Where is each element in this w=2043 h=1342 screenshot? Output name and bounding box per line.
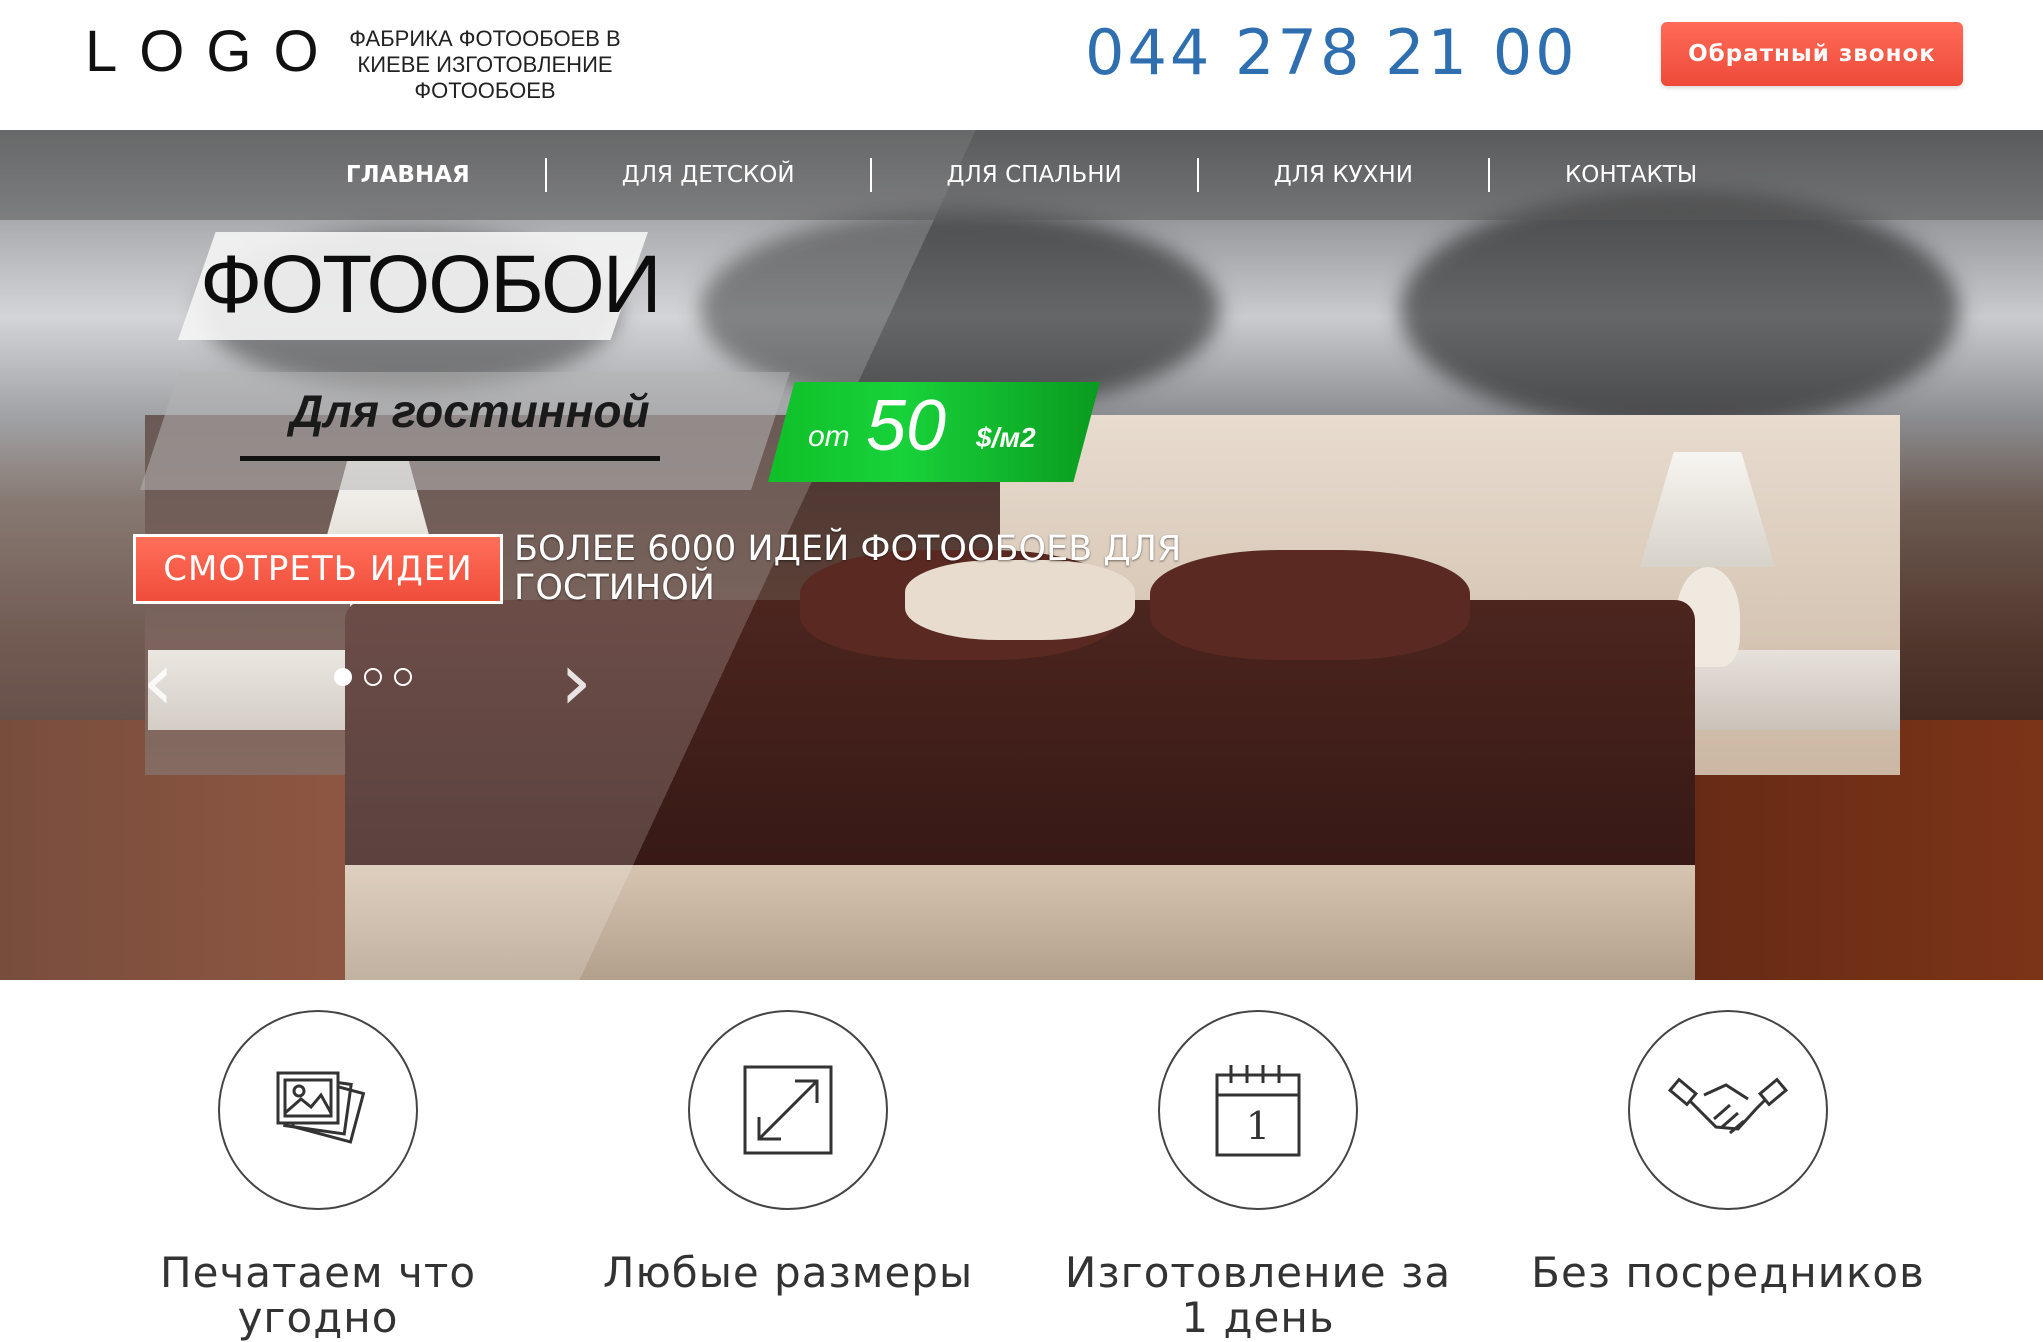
feature-label: Любые размеры xyxy=(602,1248,974,1297)
slider-dot[interactable] xyxy=(334,668,352,686)
hero-subtitle: Для гостинной xyxy=(290,385,650,437)
feature-circle xyxy=(1628,1010,1828,1210)
handshake-icon xyxy=(1668,1077,1788,1135)
main-nav: ГЛАВНАЯ ДЛЯ ДЕТСКОЙ ДЛЯ СПАЛЬНИ ДЛЯ КУХН… xyxy=(0,130,2043,220)
feature-no-middlemen: Без посредников xyxy=(1518,1010,1938,1295)
hero-subtitle-underline xyxy=(240,456,660,461)
price-value: 50 xyxy=(866,386,947,466)
feature-circle: 1 xyxy=(1158,1010,1358,1210)
calendar-day: 1 xyxy=(1246,1104,1270,1148)
feature-print-anything: Печатаем что угодно xyxy=(108,1010,528,1340)
feature-one-day: 1 Изготовление за 1 день xyxy=(1048,1010,1468,1340)
feature-any-size: Любые размеры xyxy=(578,1010,998,1295)
price-unit: $/м2 xyxy=(976,422,1036,453)
slider-dot[interactable] xyxy=(394,668,412,686)
features-section: Печатаем что угодно Любые размеры 1 Изго… xyxy=(0,980,2043,1340)
nav-item-bedroom[interactable]: ДЛЯ СПАЛЬНИ xyxy=(872,162,1197,188)
chevron-left-icon[interactable]: ‹ xyxy=(142,642,190,722)
phone-number[interactable]: 044 278 21 00 xyxy=(1085,16,1578,89)
nav-item-contacts[interactable]: КОНТАКТЫ xyxy=(1490,162,1772,188)
feature-label: Без посредников xyxy=(1531,1248,1925,1297)
nav-item-home[interactable]: ГЛАВНАЯ xyxy=(271,162,545,188)
callback-button[interactable]: Обратный звонок xyxy=(1661,22,1963,86)
feature-circle xyxy=(218,1010,418,1210)
chevron-right-icon[interactable]: › xyxy=(560,642,608,722)
logo[interactable]: LOGO xyxy=(85,18,341,85)
hero-title: ФОТООБОИ xyxy=(200,239,662,330)
nav-item-kitchen[interactable]: ДЛЯ КУХНИ xyxy=(1199,162,1488,188)
nav-item-kids[interactable]: ДЛЯ ДЕТСКОЙ xyxy=(547,162,870,188)
site-header: LOGO ФАБРИКА ФОТООБОЕВ В КИЕВЕ ИЗГОТОВЛЕ… xyxy=(0,0,2043,130)
photos-icon xyxy=(276,1071,366,1144)
calendar-icon: 1 xyxy=(1215,1065,1301,1157)
price-prefix: от xyxy=(808,420,850,453)
feature-label: Печатаем что угодно xyxy=(159,1248,477,1342)
view-ideas-button[interactable]: СМОТРЕТЬ ИДЕИ xyxy=(133,534,503,604)
feature-circle xyxy=(688,1010,888,1210)
ideas-caption: БОЛЕЕ 6000 ИДЕЙ ФОТООБОЕВ ДЛЯ ГОСТИНОЙ xyxy=(514,529,1182,608)
feature-label: Изготовление за 1 день xyxy=(1064,1248,1452,1342)
slider-dots xyxy=(334,668,412,686)
site-tagline: ФАБРИКА ФОТООБОЕВ В КИЕВЕ ИЗГОТОВЛЕНИЕ Ф… xyxy=(349,26,621,103)
slider-dot[interactable] xyxy=(364,668,382,686)
resize-icon xyxy=(743,1065,833,1155)
